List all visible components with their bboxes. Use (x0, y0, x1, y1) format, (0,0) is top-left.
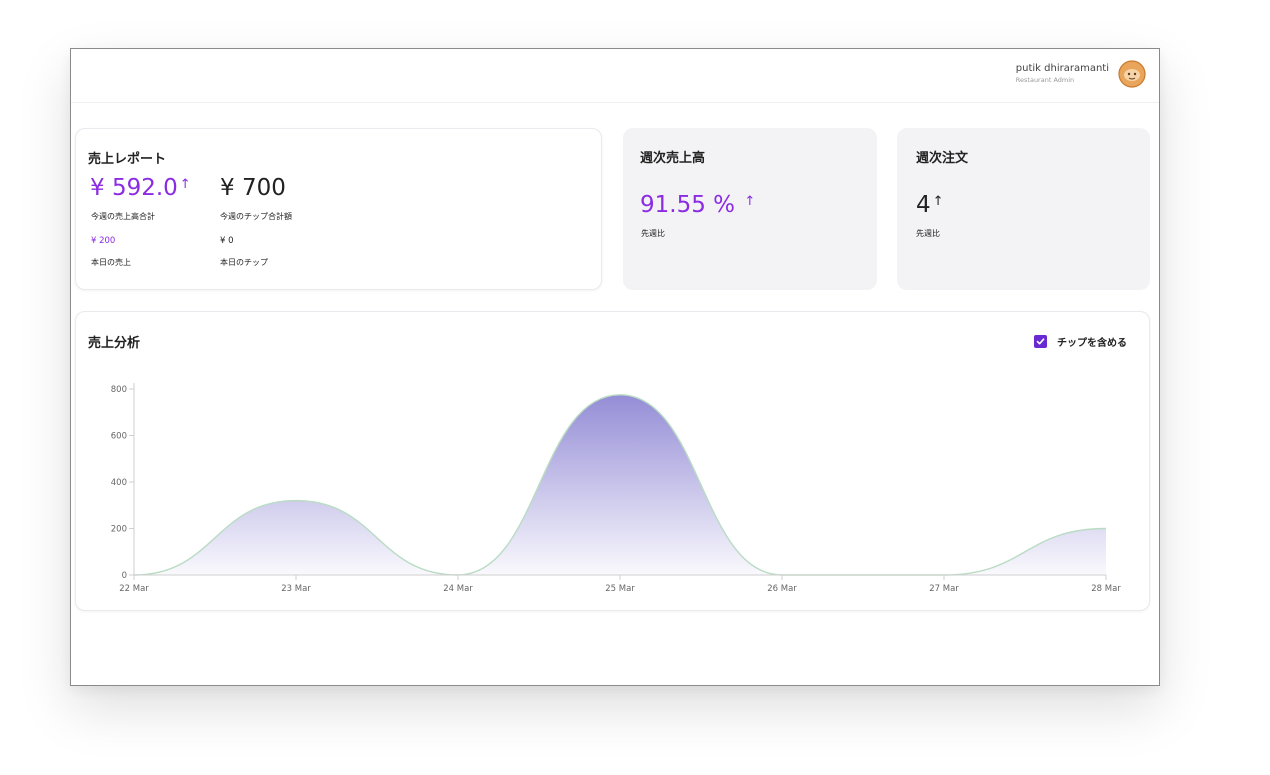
week-sales-value: ¥ 592.0 ↑ (90, 175, 191, 201)
x-tick-label: 24 Mar (443, 584, 473, 594)
y-tick-label: 200 (111, 525, 127, 535)
y-tick-label: 0 (122, 571, 127, 581)
app-window: putik dhiraramanti Restaurant Admin 売上レポ… (70, 48, 1160, 686)
user-role: Restaurant Admin (1015, 76, 1075, 84)
weekly-orders-card: 週次注文 4 ↑ 先週比 (897, 128, 1150, 290)
sales-report-title: 売上レポート (88, 152, 167, 167)
x-tick-label: 27 Mar (929, 584, 959, 594)
arrow-up-icon: ↑ (179, 177, 191, 192)
top-bar: putik dhiraramanti Restaurant Admin (71, 49, 1159, 103)
weekly-sales-value: 91.55 % ↑ (640, 192, 755, 218)
today-sales-value: ¥ 200 (91, 236, 116, 246)
today-sales-label: 本日の売上 (91, 258, 131, 267)
user-info: putik dhiraramanti Restaurant Admin (1016, 63, 1109, 85)
weekly-sales-label: 先週比 (641, 229, 665, 238)
today-tips-value: ¥ 0 (220, 236, 234, 246)
x-tick-label: 28 Mar (1091, 584, 1121, 594)
sales-report-card: 売上レポート ¥ 592.0 ↑ ¥ 700 今週の売上高合計 今週のチップ合計額… (75, 128, 602, 290)
week-tips-value: ¥ 700 (220, 175, 286, 201)
y-tick-label: 800 (111, 385, 127, 395)
weekly-sales-title: 週次売上高 (640, 151, 706, 166)
arrow-up-icon: ↑ (744, 194, 756, 209)
today-tips-label: 本日のチップ (220, 258, 268, 267)
week-tips-label: 今週のチップ合計額 (220, 212, 292, 221)
weekly-sales-percent: 91.55 % (640, 192, 736, 218)
avatar[interactable] (1117, 59, 1147, 89)
screenshot-stage: putik dhiraramanti Restaurant Admin 売上レポ… (0, 0, 1270, 775)
weekly-orders-label: 先週比 (916, 229, 940, 238)
x-tick-label: 23 Mar (281, 584, 311, 594)
x-tick-label: 22 Mar (119, 584, 149, 594)
arrow-up-icon: ↑ (932, 194, 944, 209)
weekly-sales-card: 週次売上高 91.55 % ↑ 先週比 (623, 128, 877, 290)
weekly-orders-count: 4 (916, 192, 931, 218)
sales-area (134, 394, 1106, 575)
sales-chart: 0 200 400 600 800 22 Mar 23 Mar 24 Mar 25 Mar 26 … (111, 383, 1121, 594)
user-menu[interactable]: putik dhiraramanti Restaurant Admin (1016, 59, 1147, 89)
x-tick-label: 26 Mar (767, 584, 797, 594)
week-sales-amount: ¥ 592.0 (90, 175, 178, 201)
x-tick-label: 25 Mar (605, 584, 635, 594)
weekly-orders-value: 4 ↑ (916, 192, 944, 218)
sales-analysis-card: 売上分析 チップを含める 0 200 400 600 800 22 Mar 23 Mar 24… (75, 311, 1150, 611)
y-tick-label: 400 (111, 478, 127, 488)
week-sales-label: 今週の売上高合計 (91, 212, 155, 221)
user-name: putik dhiraramanti (1015, 63, 1109, 74)
weekly-orders-title: 週次注文 (916, 151, 969, 166)
y-tick-label: 600 (111, 432, 127, 442)
